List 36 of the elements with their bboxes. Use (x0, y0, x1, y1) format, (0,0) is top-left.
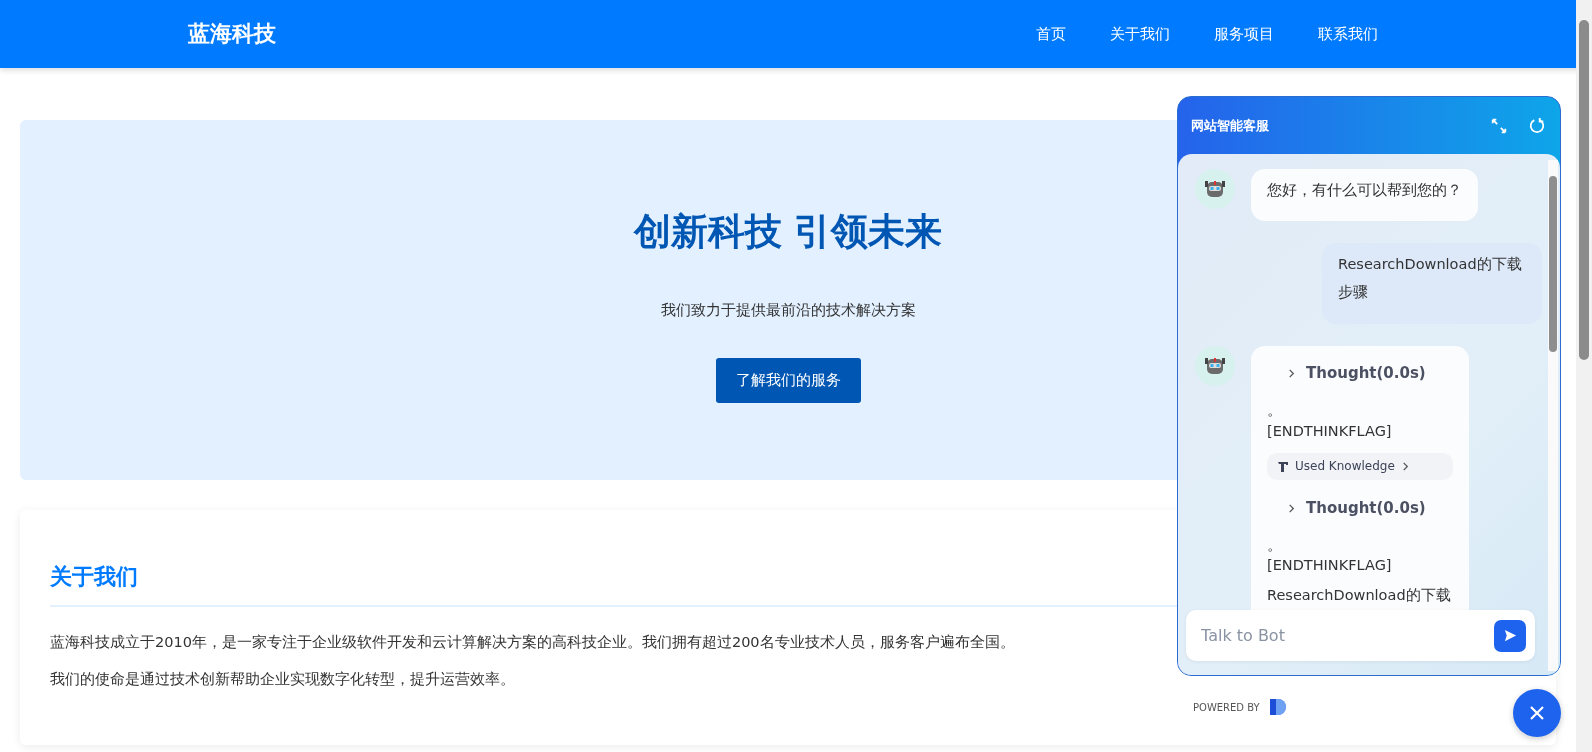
thought-toggle[interactable]: Thought(0.0s) (1267, 491, 1453, 535)
message-text: [ENDTHINKFLAG] (1267, 421, 1393, 441)
nav-link[interactable]: 服务项目 (1214, 24, 1274, 44)
message-field[interactable]: Talk to Bot (1186, 610, 1535, 661)
paragraph: 我们的使命是通过技术创新帮助企业实现数字化转型，提升运营效率。 (50, 670, 515, 689)
chevron-icon (1287, 369, 1296, 379)
used-knowledge-button[interactable]: Used Knowledge (1267, 453, 1453, 480)
expand-icon[interactable] (1490, 116, 1508, 135)
message-text: 。 (1267, 401, 1283, 421)
message-text: 。 (1267, 535, 1283, 555)
message-text: 您好，有什么可以帮到您的？ (1267, 181, 1462, 200)
brand-logo[interactable]: 蓝海科技 (188, 19, 276, 49)
nav-link[interactable]: 关于我们 (1110, 24, 1170, 44)
message-text: ResearchDownload的下载 (1267, 586, 1452, 606)
nav-link[interactable]: 首页 (1036, 24, 1066, 44)
paragraph: 蓝海科技成立于2010年，是一家专注于企业级软件开发和云计算解决方案的高科技企业。我们拥有超过200名专业技术人员，服务客户遍布全国。 (50, 633, 1015, 652)
powered-by-label: POWERED BY (1193, 701, 1260, 713)
message-text: ResearchDownload的下载步骤 (1338, 255, 1523, 302)
logo-icon (1267, 697, 1288, 717)
text-icon (1277, 460, 1289, 473)
send-icon (1502, 628, 1518, 643)
chat-title: 网站智能客服 (1191, 116, 1269, 135)
hero-subtitle: 我们致力于提供最前沿的技术解决方案 (660, 301, 916, 320)
robot-avatar (1195, 346, 1235, 387)
thought-toggle[interactable]: Thought(0.0s) (1267, 357, 1453, 401)
chevron-icon (1400, 461, 1410, 471)
robot-avatar (1195, 169, 1235, 209)
scrollbar[interactable] (1576, 0, 1592, 752)
send-button[interactable] (1494, 619, 1526, 652)
chevron-icon (1287, 503, 1296, 513)
chat-scrollbar[interactable] (1548, 160, 1558, 671)
nav-link[interactable]: 联系我们 (1318, 24, 1378, 44)
message-input[interactable]: Talk to Bot (1199, 625, 1494, 646)
services-button[interactable]: 了解我们的服务 (715, 358, 861, 403)
hero-title: 创新科技 引领未来 (633, 209, 943, 255)
refresh-icon[interactable] (1528, 116, 1546, 135)
